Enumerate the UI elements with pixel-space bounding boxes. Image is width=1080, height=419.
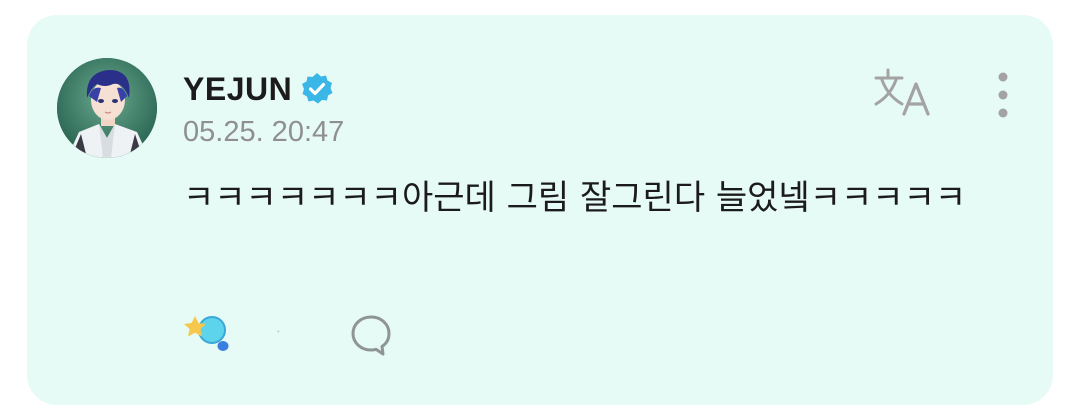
reaction-button[interactable] xyxy=(180,310,234,360)
reaction-count: · xyxy=(275,320,282,342)
post-timestamp: 05.25. 20:47 xyxy=(183,116,345,148)
avatar[interactable] xyxy=(57,58,157,158)
action-bar: · xyxy=(180,310,440,360)
more-vertical-icon xyxy=(998,72,1008,118)
reaction-star-bulb-icon xyxy=(184,316,229,351)
post-message: ㅋㅋㅋㅋㅋㅋㅋ아근데 그림 잘그린다 늘었넼ㅋㅋㅋㅋㅋ xyxy=(183,178,967,218)
translate-icon xyxy=(874,68,930,116)
more-options-button[interactable] xyxy=(986,70,1020,120)
verified-badge-icon xyxy=(300,72,334,106)
translate-button[interactable] xyxy=(872,66,934,118)
avatar-image xyxy=(57,58,157,158)
author-row: YEJUN xyxy=(183,68,334,110)
comment-button[interactable] xyxy=(348,312,394,358)
author-name[interactable]: YEJUN xyxy=(183,71,292,108)
comment-bubble-icon xyxy=(351,315,391,356)
